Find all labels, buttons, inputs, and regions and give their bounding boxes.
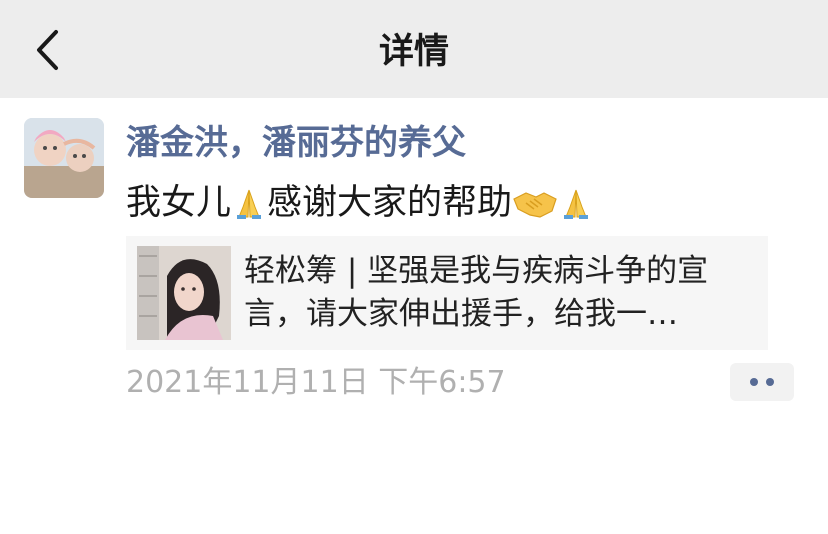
more-dots-icon — [750, 378, 758, 386]
page-title: 详情 — [378, 32, 449, 72]
link-thumbnail — [137, 246, 231, 340]
folded-hands-icon — [558, 185, 594, 233]
more-button[interactable] — [730, 363, 794, 401]
folded-hands-icon — [231, 185, 267, 233]
thumbnail-photo — [137, 246, 231, 340]
post-text-before: 我女儿 — [126, 183, 232, 223]
post-content: 我女儿 感谢大家的帮助 — [126, 180, 594, 233]
post-timestamp: 2021年11月11日 下午6:57 — [126, 365, 506, 400]
more-dots-icon — [766, 378, 774, 386]
post-text-middle: 感谢大家的帮助 — [267, 183, 513, 223]
avatar[interactable] — [24, 118, 104, 198]
handshake-icon — [512, 185, 558, 233]
shared-link-card[interactable]: 轻松筹 | 坚强是我与疾病斗争的宣言，请大家伸出援手，给我一… — [126, 236, 768, 350]
navigation-bar: 详情 — [0, 0, 828, 98]
link-title: 轻松筹 | 坚强是我与疾病斗争的宣言，请大家伸出援手，给我一… — [244, 253, 709, 332]
avatar-photo — [24, 118, 104, 198]
author-name[interactable]: 潘金洪，潘丽芬的养父 — [126, 121, 466, 165]
